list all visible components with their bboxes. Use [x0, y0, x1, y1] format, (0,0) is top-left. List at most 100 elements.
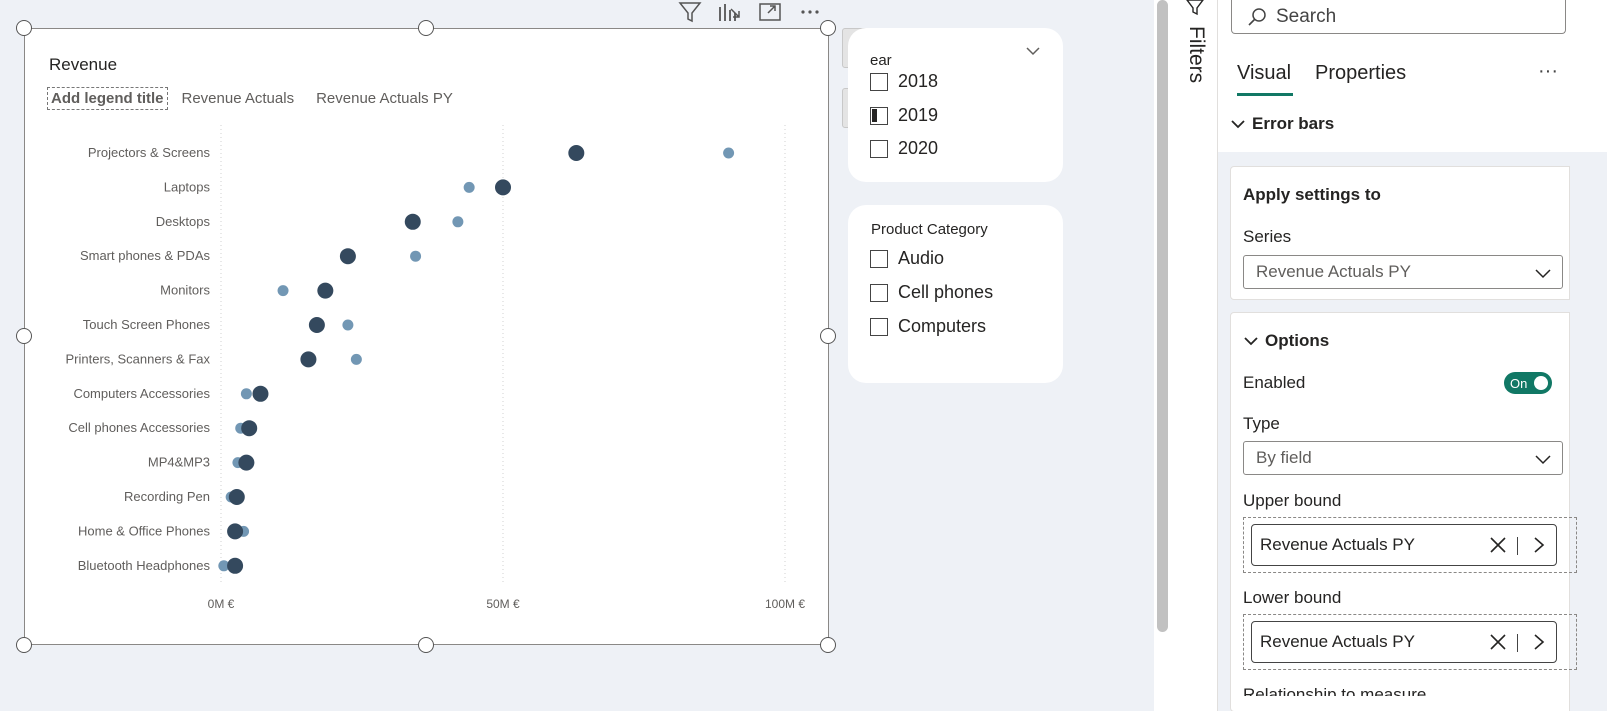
- legend-title[interactable]: Add legend title: [47, 87, 168, 110]
- category-label: Home & Office Phones: [78, 523, 210, 538]
- tab-visual[interactable]: Visual: [1237, 62, 1294, 96]
- relationship-label: Relationship to measure: [1243, 685, 1427, 704]
- resize-handle-br[interactable]: [820, 637, 836, 653]
- checkbox-checked[interactable]: [870, 106, 888, 125]
- category-label: Desktops: [156, 214, 211, 229]
- legend-item-revenue-actuals[interactable]: Revenue Actuals: [182, 90, 295, 107]
- chevron-right-icon[interactable]: [1532, 632, 1546, 657]
- chevron-right-icon[interactable]: [1532, 535, 1546, 560]
- data-point-revenue-actuals[interactable]: [404, 213, 421, 230]
- checkbox[interactable]: [870, 139, 888, 158]
- data-point-revenue-actuals[interactable]: [227, 523, 244, 540]
- canvas-scrollbar[interactable]: [1154, 0, 1172, 711]
- series-dropdown[interactable]: Revenue Actuals PY: [1243, 255, 1563, 289]
- lower-bound-field[interactable]: Revenue Actuals PY: [1251, 621, 1557, 663]
- category-label: Bluetooth Headphones: [78, 558, 211, 573]
- slicer-item-2020[interactable]: 2020: [870, 138, 938, 159]
- format-pane: Search Visual Properties ··· Error bars …: [1218, 0, 1607, 711]
- category-label: Monitors: [160, 283, 210, 298]
- category-label: Smart phones & PDAs: [80, 248, 211, 263]
- enabled-label: Enabled: [1243, 373, 1306, 392]
- legend-item-revenue-actuals-py[interactable]: Revenue Actuals PY: [316, 90, 453, 107]
- close-icon[interactable]: [1488, 535, 1508, 560]
- data-point-revenue-actuals-py[interactable]: [452, 216, 464, 228]
- more-options-icon[interactable]: ···: [1538, 60, 1558, 83]
- upper-bound-label: Upper bound: [1243, 491, 1342, 510]
- resize-handle-tl[interactable]: [16, 20, 32, 36]
- data-point-revenue-actuals[interactable]: [227, 557, 244, 574]
- data-point-revenue-actuals-py[interactable]: [463, 181, 475, 193]
- slicer-item-computers[interactable]: Computers: [870, 316, 986, 337]
- toggle-knob: [1534, 376, 1548, 390]
- resize-handle-ml[interactable]: [16, 328, 32, 344]
- upper-bound-field[interactable]: Revenue Actuals PY: [1251, 524, 1557, 566]
- section-error-bars[interactable]: Error bars: [1230, 114, 1334, 134]
- x-tick-label: 0M €: [208, 597, 235, 611]
- data-point-revenue-actuals[interactable]: [228, 489, 245, 505]
- section-label: Error bars: [1252, 114, 1335, 133]
- checkbox[interactable]: [870, 317, 888, 336]
- apply-settings-card: Apply settings to Series Revenue Actuals…: [1230, 166, 1570, 300]
- resize-handle-bm[interactable]: [418, 637, 434, 653]
- checkbox[interactable]: [870, 283, 888, 302]
- category-label: Laptops: [164, 179, 211, 194]
- slicer-item-2018[interactable]: 2018: [870, 71, 938, 92]
- x-tick-label: 50M €: [486, 597, 520, 611]
- data-point-revenue-actuals[interactable]: [308, 317, 325, 333]
- search-icon: [1248, 7, 1266, 26]
- category-label: MP4&MP3: [148, 455, 210, 470]
- chevron-down-icon: [1534, 451, 1552, 471]
- section-options[interactable]: Options: [1243, 331, 1329, 351]
- slicer-item-2019[interactable]: 2019: [870, 105, 938, 126]
- filter-icon: [1186, 0, 1204, 16]
- data-point-revenue-actuals-py[interactable]: [410, 250, 422, 262]
- resize-handle-bl[interactable]: [16, 637, 32, 653]
- type-dropdown[interactable]: By field: [1243, 441, 1563, 475]
- chevron-down-icon[interactable]: [1025, 44, 1041, 62]
- data-point-revenue-actuals-py[interactable]: [342, 319, 354, 331]
- data-point-revenue-actuals[interactable]: [300, 351, 317, 368]
- product-category-slicer: Product Category Audio Cell phones Compu…: [848, 205, 1063, 383]
- filters-rail[interactable]: Filters: [1172, 0, 1218, 711]
- resize-handle-mr[interactable]: [820, 328, 836, 344]
- chevron-down-icon: [1243, 335, 1259, 347]
- enabled-toggle[interactable]: On: [1504, 372, 1552, 394]
- tab-properties[interactable]: Properties: [1315, 62, 1406, 85]
- focus-mode-icon[interactable]: [752, 0, 788, 24]
- lower-bound-well: Revenue Actuals PY: [1243, 614, 1577, 670]
- field-name: Revenue Actuals PY: [1260, 632, 1415, 651]
- category-label: Computers Accessories: [73, 386, 210, 401]
- data-point-revenue-actuals[interactable]: [238, 454, 255, 471]
- checkbox[interactable]: [870, 249, 888, 268]
- data-point-revenue-actuals-py[interactable]: [723, 147, 735, 159]
- slicer-item-audio[interactable]: Audio: [870, 248, 944, 269]
- type-dropdown-value: By field: [1256, 448, 1312, 467]
- resize-handle-tm[interactable]: [418, 20, 434, 36]
- filter-icon[interactable]: [672, 0, 708, 24]
- data-point-revenue-actuals-py[interactable]: [240, 388, 252, 400]
- data-point-revenue-actuals-py[interactable]: [350, 353, 362, 365]
- scatter-visual[interactable]: 0M € 50M € 100M € Projectors & Screens Lapto…: [24, 28, 829, 645]
- lower-bound-label: Lower bound: [1243, 588, 1342, 607]
- data-point-revenue-actuals-py[interactable]: [277, 285, 289, 297]
- drill-chart-icon[interactable]: [712, 0, 748, 24]
- slicer-header-year: ear: [870, 52, 892, 69]
- chart-title: Revenue: [49, 55, 118, 74]
- close-icon[interactable]: [1488, 632, 1508, 657]
- chevron-down-icon: [1534, 265, 1552, 285]
- search-input[interactable]: Search: [1231, 0, 1566, 34]
- data-point-revenue-actuals[interactable]: [252, 385, 269, 402]
- type-label: Type: [1243, 414, 1280, 433]
- data-point-revenue-actuals[interactable]: [339, 248, 356, 265]
- checkbox[interactable]: [870, 72, 888, 91]
- filters-label[interactable]: Filters: [1184, 26, 1208, 83]
- more-options-icon[interactable]: [792, 0, 828, 24]
- data-point-revenue-actuals[interactable]: [495, 179, 511, 196]
- data-point-revenue-actuals[interactable]: [568, 145, 585, 161]
- data-point-revenue-actuals[interactable]: [317, 282, 334, 299]
- data-point-revenue-actuals[interactable]: [241, 420, 258, 437]
- visual-header-toolbar: [672, 0, 828, 24]
- slicer-item-cell-phones[interactable]: Cell phones: [870, 282, 993, 303]
- scrollbar-thumb[interactable]: [1157, 0, 1168, 632]
- apply-settings-title: Apply settings to: [1243, 185, 1381, 204]
